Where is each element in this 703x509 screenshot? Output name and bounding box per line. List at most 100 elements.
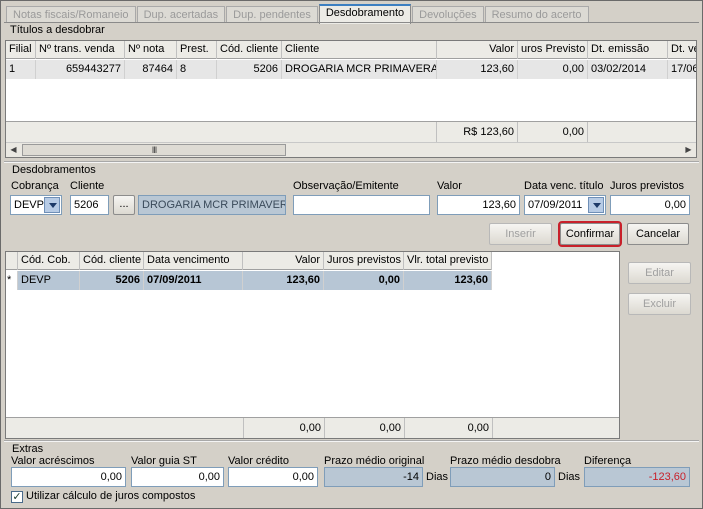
col-cod-cliente[interactable]: Cód. cliente [80, 252, 144, 270]
cell-vlr-total-previsto: 123,60 [404, 271, 492, 290]
footer-valor: 0,00 [244, 418, 325, 438]
cobranca-select[interactable]: DEVP [10, 195, 62, 215]
diferenca-field: -123,60 [584, 467, 690, 487]
diferenca-label: Diferença [584, 455, 632, 467]
scroll-thumb[interactable]: III [22, 144, 286, 156]
footer-juros: 0,00 [325, 418, 405, 438]
tab-notas-fiscais[interactable]: Notas fiscais/Romaneio [6, 6, 136, 23]
credito-label: Valor crédito [228, 455, 289, 467]
col-dt-emissao[interactable]: Dt. emissão [588, 41, 668, 59]
desdobramentos-grid-header: Cód. Cob. Cód. cliente Data vencimento V… [6, 252, 492, 270]
cell-valor: 123,60 [243, 271, 324, 290]
row-indicator: * [6, 271, 18, 290]
cobranca-value: DEVP [14, 199, 44, 211]
col-prest[interactable]: Prest. [177, 41, 217, 59]
cancelar-button[interactable]: Cancelar [627, 223, 689, 245]
inserir-button[interactable]: Inserir [489, 223, 552, 245]
tab-baseline [4, 22, 699, 23]
col-valor[interactable]: Valor [437, 41, 518, 59]
prazo-original-field: -14 [324, 467, 423, 487]
col-nota[interactable]: Nº nota [125, 41, 177, 59]
divider [4, 161, 699, 163]
titulos-grid-header: Filial Nº trans. venda Nº nota Prest. Có… [6, 41, 696, 59]
juros-compostos-checkbox[interactable]: ✓ [11, 491, 23, 503]
divider [4, 440, 699, 442]
calendar-dropdown-icon[interactable] [588, 197, 604, 213]
acrescimos-input[interactable]: 0,00 [11, 467, 126, 487]
desdobramentos-grid[interactable]: Cód. Cob. Cód. cliente Data vencimento V… [5, 251, 620, 439]
table-row[interactable]: 1 659443277 87464 8 5206 DROGARIA MCR PR… [6, 60, 696, 79]
cliente-name-field: DROGARIA MCR PRIMAVERA L [138, 195, 286, 215]
footer-juros: 0,00 [518, 122, 588, 143]
cell-dt-venc: 17/06/ [668, 60, 696, 79]
cell-cliente: DROGARIA MCR PRIMAVERA LT [282, 60, 437, 79]
observacao-input[interactable] [293, 195, 430, 215]
col-dt-venc[interactable]: Dt. ve [668, 41, 696, 59]
data-venc-label: Data venc. título [524, 180, 604, 192]
cell-cod-cliente: 5206 [217, 60, 282, 79]
scroll-right-icon[interactable]: ▶ [681, 143, 696, 157]
table-row[interactable]: * DEVP 5206 07/09/2011 123,60 0,00 123,6… [6, 271, 492, 290]
col-cod-cob[interactable]: Cód. Cob. [18, 252, 80, 270]
col-cod-cliente[interactable]: Cód. cliente [217, 41, 282, 59]
dias-label-original: Dias [426, 471, 449, 483]
cliente-label: Cliente [70, 180, 105, 192]
footer-spacer [6, 418, 244, 438]
valor-label: Valor [437, 180, 462, 192]
col-data-vencimento[interactable]: Data vencimento [144, 252, 243, 270]
titulos-hscrollbar[interactable]: ◀ III ▶ [6, 142, 696, 157]
confirmar-button[interactable]: Confirmar [558, 221, 622, 247]
titulos-section-label: Títulos a desdobrar [10, 24, 105, 36]
col-indicator [6, 252, 18, 270]
valor-input[interactable]: 123,60 [437, 195, 520, 215]
editar-button[interactable]: Editar [628, 262, 691, 284]
cell-juros-previstos: 0,00 [324, 271, 404, 290]
chevron-down-icon[interactable] [44, 197, 60, 213]
cell-dt-emissao: 03/02/2014 [588, 60, 668, 79]
data-venc-picker[interactable]: 07/09/2011 [524, 195, 606, 215]
footer-valor: R$ 123,60 [437, 122, 518, 143]
cell-cod-cliente: 5206 [80, 271, 144, 290]
scroll-left-icon[interactable]: ◀ [6, 143, 21, 157]
footer-spacer [6, 122, 437, 143]
col-juros-previstos[interactable]: Juros previstos [324, 252, 404, 270]
prazo-desdobra-field: 0 [450, 467, 555, 487]
guia-st-label: Valor guia ST [131, 455, 197, 467]
col-filial[interactable]: Filial [6, 41, 36, 59]
tab-strip: Notas fiscais/Romaneio Dup. acertadas Du… [6, 4, 590, 24]
col-trans-venda[interactable]: Nº trans. venda [36, 41, 125, 59]
col-cliente[interactable]: Cliente [282, 41, 437, 59]
cell-trans-venda: 659443277 [36, 60, 125, 79]
cell-prest: 8 [177, 60, 217, 79]
col-valor[interactable]: Valor [243, 252, 324, 270]
tab-dup-acertadas[interactable]: Dup. acertadas [136, 6, 226, 23]
cliente-lookup-button[interactable]: ... [113, 195, 135, 215]
juros-compostos-label[interactable]: Utilizar cálculo de juros compostos [26, 490, 195, 502]
juros-previstos-input[interactable]: 0,00 [610, 195, 690, 215]
cobranca-label: Cobrança [11, 180, 59, 192]
prazo-original-label: Prazo médio original [324, 455, 425, 467]
col-vlr-total-previsto[interactable]: Vlr. total previsto [404, 252, 492, 270]
excluir-button[interactable]: Excluir [628, 293, 691, 315]
prazo-desdobra-label: Prazo médio desdobra [450, 455, 561, 467]
desdobramentos-section-label: Desdobramentos [12, 164, 96, 176]
cell-cod-cob: DEVP [18, 271, 80, 290]
footer-total: 0,00 [405, 418, 493, 438]
tab-resumo-acerto[interactable]: Resumo do acerto [484, 6, 589, 23]
titulos-grid[interactable]: Filial Nº trans. venda Nº nota Prest. Có… [5, 40, 697, 158]
col-juros-previsto[interactable]: uros Previsto [518, 41, 588, 59]
tab-devolucoes[interactable]: Devoluções [412, 6, 484, 23]
cell-filial: 1 [6, 60, 36, 79]
credito-input[interactable]: 0,00 [228, 467, 318, 487]
cliente-code-input[interactable]: 5206 [70, 195, 109, 215]
data-venc-value: 07/09/2011 [528, 199, 583, 211]
cell-valor: 123,60 [437, 60, 518, 79]
cell-data-vencimento: 07/09/2011 [144, 271, 243, 290]
tab-desdobramento[interactable]: Desdobramento [318, 4, 412, 24]
extras-section-label: Extras [12, 443, 44, 455]
juros-previstos-label: Juros previstos [610, 180, 684, 192]
guia-st-input[interactable]: 0,00 [131, 467, 224, 487]
cell-nota: 87464 [125, 60, 177, 79]
cell-juros-previsto: 0,00 [518, 60, 588, 79]
tab-dup-pendentes[interactable]: Dup. pendentes [226, 6, 318, 23]
